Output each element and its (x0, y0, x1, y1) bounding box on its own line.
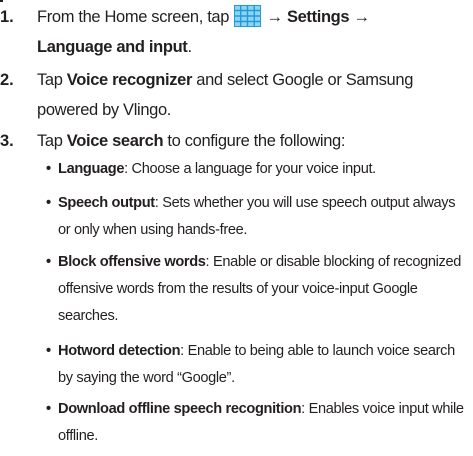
bullet-dot: • (46, 161, 51, 177)
step-text: From the Home screen, tap → Settings → L… (37, 2, 467, 62)
step-text-part: Tap (37, 132, 63, 150)
bullet-dot: • (46, 195, 51, 211)
step-text-part: Tap (37, 71, 63, 89)
settings-label: Settings (286, 8, 350, 26)
bullet-dot: • (46, 254, 51, 270)
arrow-text: → (353, 8, 370, 26)
step-text-part: to configure the following: (167, 132, 346, 150)
option-term: Block offensive words (58, 254, 206, 270)
instruction-document: 1. From the Home screen, tap → Settings … (0, 0, 473, 456)
list-item-text: Download offline speech recognition: Ena… (58, 396, 470, 450)
option-description: : Choose a language for your voice input… (124, 161, 376, 177)
option-term: Hotword detection (58, 343, 181, 359)
apps-grid-icon (234, 5, 262, 27)
step-text-part: . (187, 38, 192, 56)
option-term: Download offline speech recognition (58, 401, 302, 417)
language-and-input-label: Language and input (37, 38, 188, 56)
step-text: Tap Voice recognizer and select Google o… (37, 65, 467, 125)
voice-recognizer-label: Voice recognizer (66, 71, 193, 89)
list-item-text: Block offensive words: Enable or disable… (58, 249, 470, 330)
option-term: Language (58, 161, 125, 177)
bullet-dot: • (46, 343, 51, 359)
step-text-part: From the Home screen, tap (37, 8, 230, 26)
step-text: Tap Voice search to configure the follow… (37, 126, 467, 156)
step-number: 3. (0, 132, 14, 150)
step-number: 1. (0, 8, 14, 26)
list-item-text: Language: Choose a language for your voi… (58, 156, 470, 183)
list-item-text: Hotword detection: Enable to being able … (58, 338, 470, 392)
list-item-text: Speech output: Sets whether you will use… (58, 190, 470, 244)
arrow-text: → (266, 8, 284, 26)
bullet-dot: • (46, 401, 51, 417)
step-number: 2. (0, 71, 14, 89)
option-term: Speech output (58, 195, 155, 211)
voice-search-label: Voice search (66, 132, 164, 150)
